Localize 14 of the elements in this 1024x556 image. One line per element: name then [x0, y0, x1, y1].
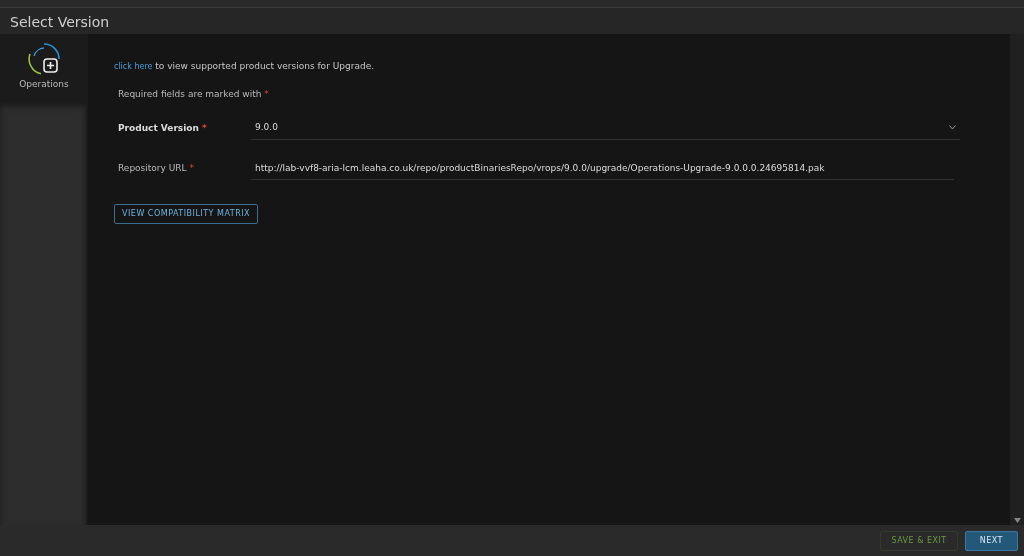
scroll-down-icon[interactable] [1013, 518, 1021, 523]
field-label: Repository URL * [117, 162, 195, 175]
chevron-down-icon [949, 125, 956, 131]
window-title: Select Version [0, 7, 1024, 34]
url-field[interactable]: http://lab-vvf8-aria-lcm.leaha.co.uk/repo/productBinariesRepo/vrops/9.0.0/upgrade/Operations-Upgrade-9.0.0.0.24695814.pak [251, 157, 954, 180]
version-select[interactable]: 9.0.0 [251, 117, 960, 140]
required-note: Required fields are marked with * [118, 87, 270, 101]
compatibility-matrix-button[interactable]: VIEW COMPATIBILITY MATRIX [114, 204, 259, 224]
save-exit-button[interactable]: SAVE & EXIT [880, 530, 958, 551]
field-label: Product Version * [117, 121, 208, 135]
next-button[interactable]: NEXT [964, 530, 1018, 551]
intro-text: to view supported product versions for Upgrade. [154, 61, 375, 71]
click-here-link[interactable]: click here [114, 62, 153, 71]
operations-icon [27, 42, 61, 77]
